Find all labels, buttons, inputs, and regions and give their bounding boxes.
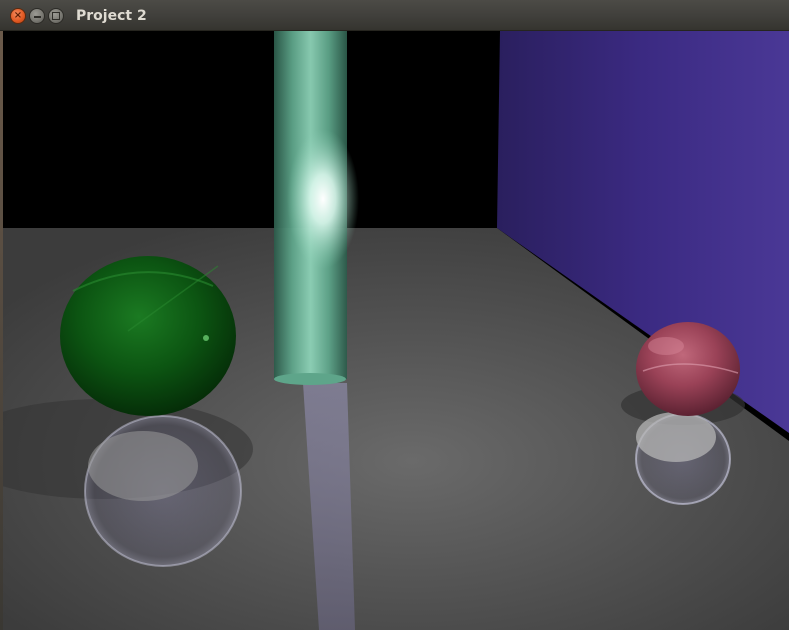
minimize-button[interactable] bbox=[29, 8, 45, 24]
green-sphere bbox=[60, 256, 236, 416]
sphere-specular bbox=[648, 337, 684, 355]
cylinder-base bbox=[274, 373, 346, 385]
maximize-icon bbox=[52, 12, 60, 20]
light-highlight bbox=[287, 129, 359, 269]
maximize-button[interactable] bbox=[48, 8, 64, 24]
close-button[interactable]: × bbox=[10, 8, 26, 24]
sphere-specular bbox=[203, 335, 209, 341]
raytraced-scene bbox=[3, 31, 789, 630]
app-window: × Project 2 bbox=[0, 0, 789, 630]
title-bar[interactable]: × Project 2 bbox=[0, 0, 789, 31]
reflection-highlight bbox=[636, 412, 716, 462]
minimize-icon bbox=[33, 15, 41, 18]
close-icon: × bbox=[13, 10, 23, 21]
render-canvas[interactable] bbox=[3, 31, 789, 630]
reflection-highlight bbox=[88, 431, 198, 501]
window-title: Project 2 bbox=[76, 8, 147, 24]
